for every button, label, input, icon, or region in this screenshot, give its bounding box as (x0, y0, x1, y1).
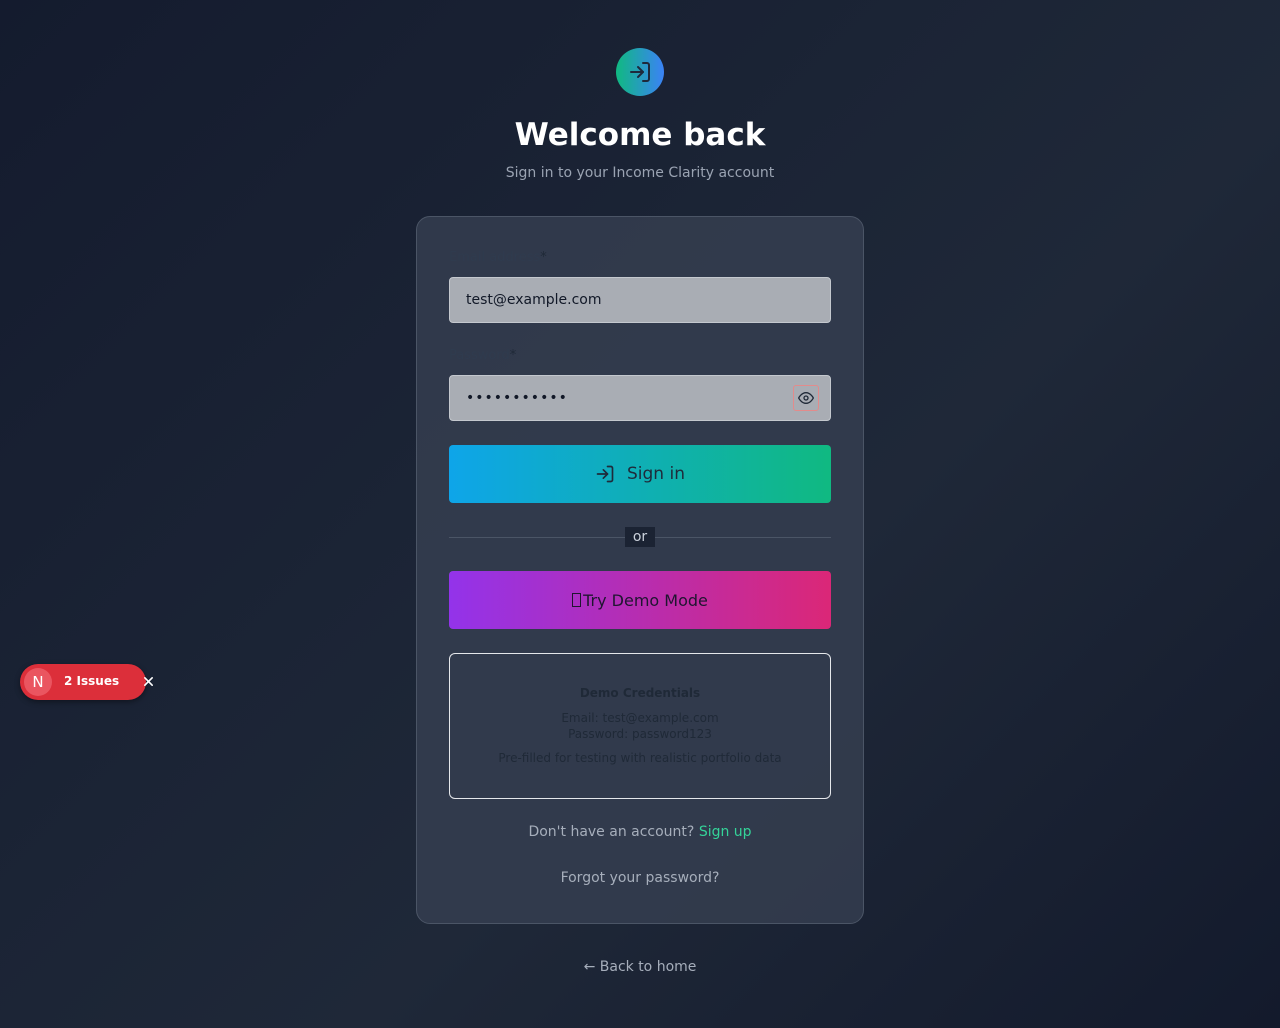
demo-mode-button[interactable]: Try Demo Mode (449, 571, 831, 629)
demo-email-line: Email: test@example.com (561, 711, 719, 725)
required-mark: * (509, 348, 517, 363)
demo-mode-label: Try Demo Mode (583, 590, 708, 610)
signup-row: Don't have an account? Sign up (0, 824, 1280, 840)
login-icon (596, 465, 614, 483)
eye-icon (798, 392, 814, 404)
signin-button[interactable]: Sign in (449, 445, 831, 503)
email-label: Email address* (449, 250, 547, 265)
login-icon (616, 48, 664, 96)
toggle-password-button[interactable] (793, 385, 819, 411)
back-to-home-link[interactable]: ← Back to home (0, 959, 1280, 975)
forgot-password-link[interactable]: Forgot your password? (0, 870, 1280, 886)
issues-label: 2 Issues (64, 674, 120, 688)
page-subtitle: Sign in to your Income Clarity account (505, 165, 775, 181)
email-label-text: Email address (449, 250, 541, 265)
password-field[interactable]: ••••••••••• (449, 375, 831, 421)
password-field-value: ••••••••••• (466, 390, 568, 406)
missing-glyph-icon (572, 593, 582, 607)
signup-prompt: Don't have an account? (528, 824, 695, 840)
demo-password-line: Password: password123 (568, 727, 712, 741)
signin-button-label: Sign in (627, 464, 685, 484)
signup-link[interactable]: Sign up (699, 824, 752, 840)
email-field[interactable]: test@example.com (449, 277, 831, 323)
dev-issues-badge[interactable]: N 2 Issues (20, 664, 153, 700)
required-mark: * (540, 250, 547, 265)
close-icon[interactable] (140, 673, 156, 689)
demo-credentials-box: Demo Credentials Email: test@example.com… (449, 653, 831, 799)
divider-label: or (625, 527, 655, 547)
email-field-value: test@example.com (466, 292, 602, 308)
demo-note: Pre-filled for testing with realistic po… (498, 751, 782, 765)
password-label-text: Password (449, 348, 510, 363)
password-label: Password* (449, 348, 516, 363)
next-logo: N (24, 668, 52, 696)
demo-credentials-title: Demo Credentials (579, 686, 701, 700)
page-title: Welcome back (514, 117, 766, 153)
